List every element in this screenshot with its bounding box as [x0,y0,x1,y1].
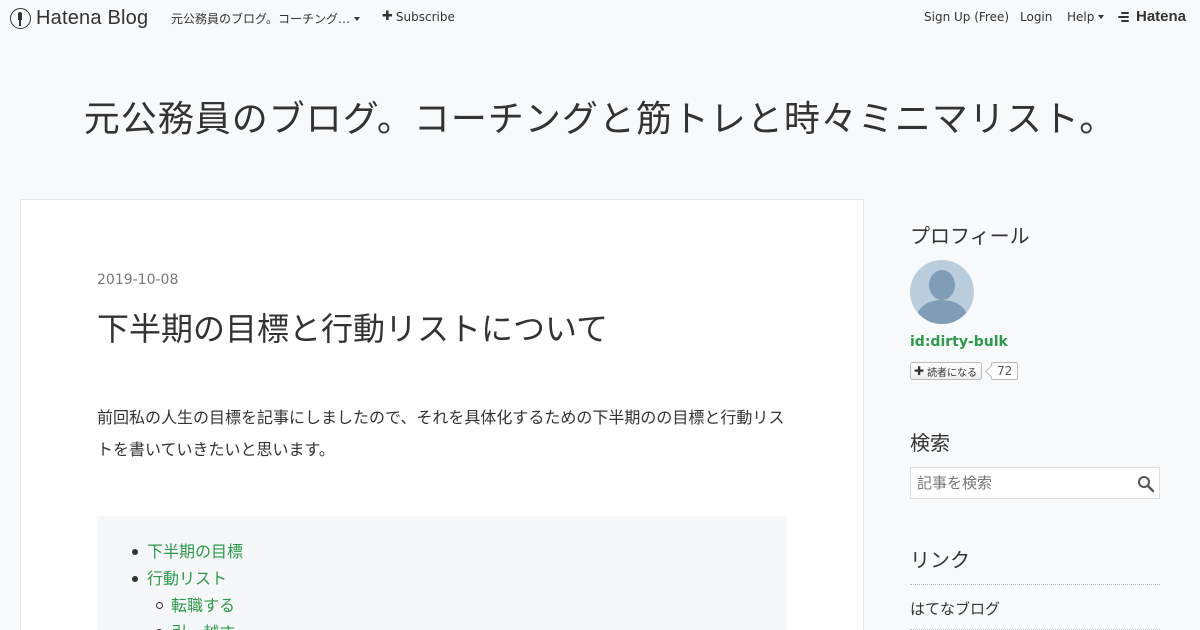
links-heading: リンク [910,548,970,572]
follow-button[interactable]: ✚ 読者になる [910,362,983,380]
profile-id-link[interactable]: id:dirty-bulk [910,334,1008,350]
avatar[interactable] [910,260,974,324]
hatena-logo[interactable]: Hatena [1118,8,1186,25]
caret-down-icon [1098,15,1105,19]
help-menu[interactable]: Help [1067,10,1105,24]
search-input[interactable] [911,468,1131,498]
follower-count: 72 [991,362,1019,380]
blog-dropdown-label: 元公務員のブログ。コーチング… [171,12,351,26]
entry-title[interactable]: 下半期の目標と行動リストについて [97,304,608,350]
brand-name: Hatena Blog [36,7,149,29]
toc-item-action-list[interactable]: 行動リスト 転職する 引っ越す [132,565,787,630]
caret-down-icon [354,17,361,21]
toc-subitem-move[interactable]: 引っ越す [156,619,787,630]
subscribe-label: Subscribe [395,10,455,24]
article-card: 2019-10-08 下半期の目標と行動リストについて 前回私の人生の目標を記事… [20,199,864,630]
avatar-torso-shape [917,300,967,324]
toc-item-goals[interactable]: 下半期の目標 [132,538,787,565]
table-of-contents: 下半期の目標 行動リスト 転職する 引っ越す [97,516,787,630]
entry-intro: 前回私の人生の目標を記事にしましたので、それを具体化するための下半期のの目標と行… [97,408,785,459]
search-icon[interactable] [1137,475,1155,493]
link-divider [910,584,1160,585]
hatena-blog-pen-icon [10,8,31,29]
search-form [910,467,1160,499]
toc-item-label: 行動リスト [147,569,228,588]
toc-subitem-change-job[interactable]: 転職する [156,592,787,619]
hatena-blog-logo[interactable]: Hatena Blog [10,7,148,30]
login-link[interactable]: Login [1020,10,1052,24]
subscribe-button[interactable]: ✚ Subscribe [382,10,455,24]
blog-title[interactable]: 元公務員のブログ。コーチングと筋トレと時々ミニマリスト。 [0,90,1200,142]
sidebar-link-hatena-blog[interactable]: はてなブログ [910,598,1000,619]
hatena-label: Hatena [1136,8,1187,25]
entry-date[interactable]: 2019-10-08 [97,272,178,288]
hatena-speed-lines-icon [1118,11,1133,23]
profile-heading: プロフィール [910,224,1030,248]
global-header: Hatena Blog 元公務員のブログ。コーチング… ✚ Subscribe … [0,0,1200,36]
avatar-head-shape [929,270,955,300]
follow-label: 読者になる [927,367,978,379]
blog-dropdown[interactable]: 元公務員のブログ。コーチング… [171,10,361,27]
sign-up-link[interactable]: Sign Up (Free) [924,10,1009,24]
search-heading: 検索 [910,431,950,455]
plus-icon: ✚ [914,364,925,378]
plus-icon: ✚ [382,9,393,24]
help-label: Help [1067,10,1095,24]
